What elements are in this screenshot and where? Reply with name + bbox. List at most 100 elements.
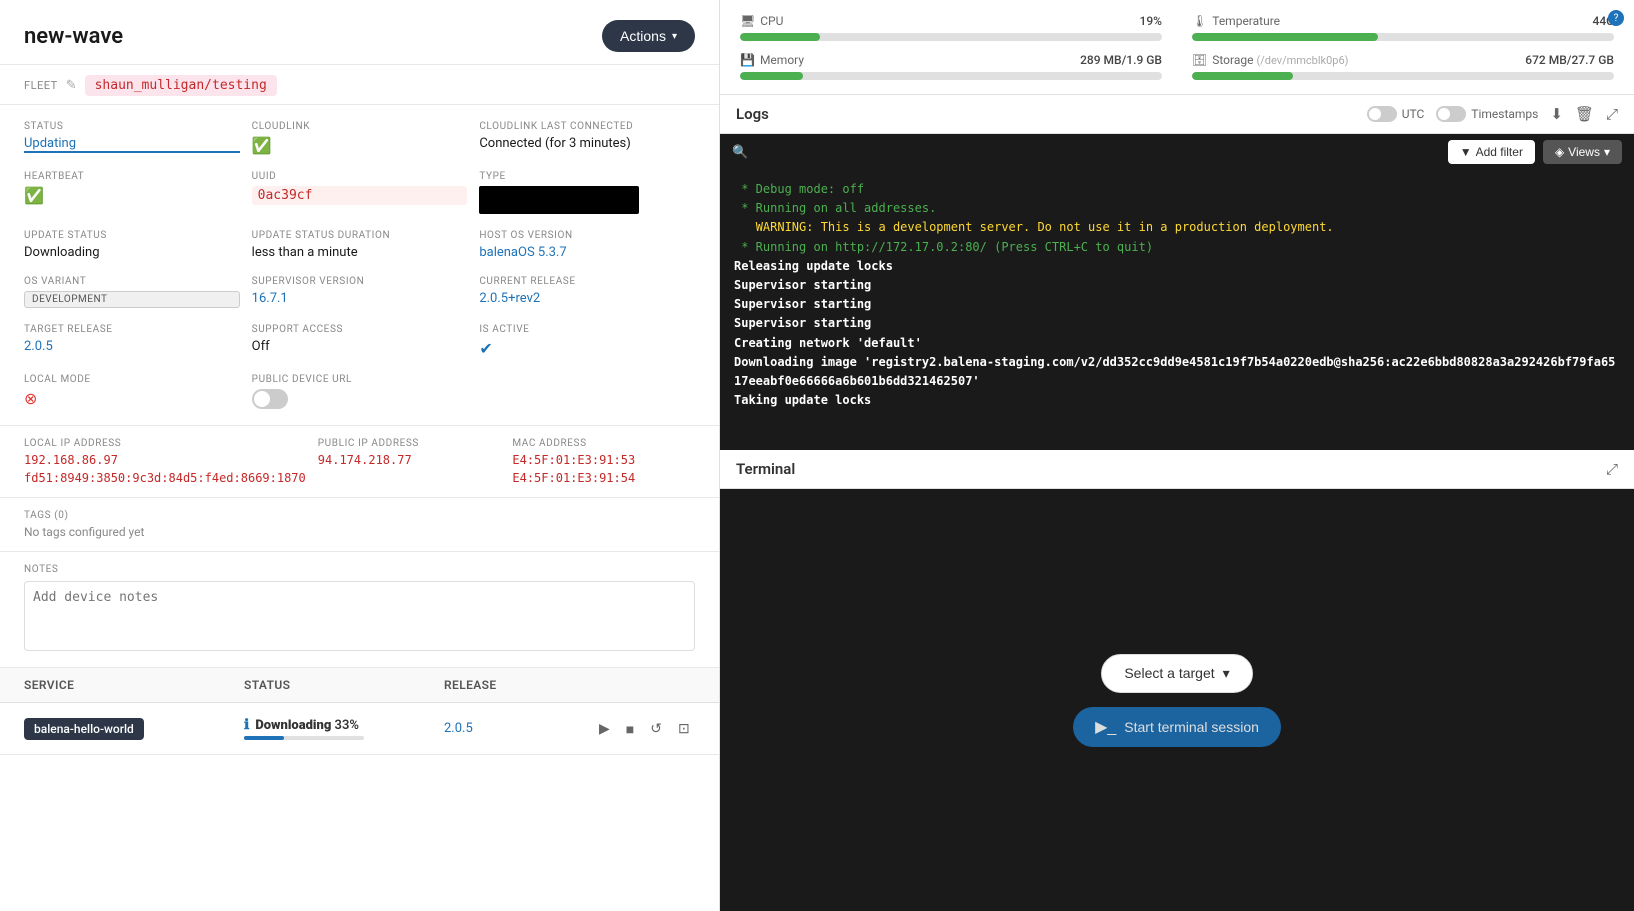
service-release-cell: 2.0.5 [444, 721, 595, 736]
temp-bar-fill [1192, 33, 1378, 41]
supervisor-value[interactable]: 16.7.1 [252, 291, 468, 306]
storage-bar-fill [1192, 72, 1293, 80]
heartbeat-cell: HEARTBEAT ✅ [24, 171, 240, 214]
service-status-value: ℹ Downloading 33% [244, 717, 444, 733]
device-title: new-wave [24, 24, 123, 49]
public-url-cell: PUBLIC DEVICE URL [252, 374, 468, 409]
ip-section: LOCAL IP ADDRESS 192.168.86.97 fd51:8949… [0, 426, 719, 498]
log-line: Downloading image 'registry2.balena-stag… [734, 353, 1620, 391]
actions-button[interactable]: Actions ▾ [602, 20, 695, 52]
type-cell: TYPE [479, 171, 695, 214]
heartbeat-label: HEARTBEAT [24, 171, 240, 182]
tags-section: TAGS (0) No tags configured yet [0, 498, 719, 552]
logs-search-input[interactable] [756, 145, 1440, 160]
notes-input[interactable] [24, 581, 695, 651]
storage-label: 🗄 Storage (/dev/mmcblk0p6) [1192, 53, 1348, 67]
service-stop-button[interactable]: ■ [622, 719, 638, 739]
services-header: Service Status Release [0, 668, 719, 703]
host-os-label: HOST OS VERSION [479, 230, 695, 241]
col-status-header: Status [244, 678, 444, 692]
storage-stat-header: 🗄 Storage (/dev/mmcblk0p6) 672 MB/27.7 G… [1192, 53, 1614, 67]
cpu-bar-bg [740, 33, 1162, 41]
temp-stat-header: 🌡 Temperature 44C [1192, 14, 1614, 28]
temp-icon: 🌡 [1192, 14, 1207, 28]
expand-logs-button[interactable]: ⤢ [1606, 106, 1618, 123]
support-access-cell: SUPPORT ACCESS Off [252, 324, 468, 358]
cloudlink-last-cell: CLOUDLINK LAST CONNECTED Connected (for … [479, 121, 695, 155]
service-restart-button[interactable]: ↺ [646, 718, 666, 739]
public-url-label: PUBLIC DEVICE URL [252, 374, 468, 385]
update-duration-label: UPDATE STATUS DURATION [252, 230, 468, 241]
help-badge[interactable]: ? [1608, 10, 1624, 26]
temp-bar-bg [1192, 33, 1614, 41]
service-play-button[interactable]: ▶ [595, 718, 614, 739]
support-access-label: SUPPORT ACCESS [252, 324, 468, 335]
timestamps-toggle-label: Timestamps [1436, 106, 1538, 122]
terminal-body: Select a target ▾ ▶_ Start terminal sess… [720, 489, 1634, 911]
views-icon: ◈ [1555, 145, 1564, 159]
storage-value: 672 MB/27.7 GB [1525, 53, 1614, 67]
mac-label: MAC ADDRESS [512, 438, 695, 449]
cpu-stat-header: 🖥 CPU 19% [740, 14, 1162, 28]
service-logs-button[interactable]: ⊡ [674, 718, 694, 739]
col-service-header: Service [24, 678, 244, 692]
local-ip-label: LOCAL IP ADDRESS [24, 438, 306, 449]
os-variant-cell: OS VARIANT DEVELOPMENT [24, 276, 240, 308]
cloudlink-last-label: CLOUDLINK LAST CONNECTED [479, 121, 695, 132]
local-mode-label: LOCAL MODE [24, 374, 240, 385]
progress-bar-fill [244, 736, 284, 740]
supervisor-cell: SUPERVISOR VERSION 16.7.1 [252, 276, 468, 308]
device-header: new-wave Actions ▾ [0, 0, 719, 65]
utc-toggle-label: UTC [1367, 106, 1425, 122]
log-line: Supervisor starting [734, 276, 1620, 295]
current-release-value[interactable]: 2.0.5+rev2 [479, 291, 695, 306]
logs-controls: UTC Timestamps ⬇ 🗑 ⤢ [1367, 105, 1618, 123]
log-line: * Running on all addresses. [734, 199, 1620, 218]
storage-icon: 🗄 [1192, 53, 1207, 67]
supervisor-label: SUPERVISOR VERSION [252, 276, 468, 287]
memory-value: 289 MB/1.9 GB [1080, 53, 1162, 67]
host-os-value[interactable]: balenaOS 5.3.7 [479, 245, 695, 260]
service-release-value[interactable]: 2.0.5 [444, 721, 473, 736]
add-filter-button[interactable]: ▼ Add filter [1448, 140, 1535, 164]
fleet-tag[interactable]: shaun_mulligan/testing [85, 75, 277, 96]
log-line: Supervisor starting [734, 314, 1620, 333]
logs-title: Logs [736, 105, 769, 123]
stats-wrapper: 🖥 CPU 19% 🌡 Temperature 44C [720, 0, 1634, 95]
col-release-header: Release [444, 678, 595, 692]
log-line: Creating network 'default' [734, 334, 1620, 353]
select-target-button[interactable]: Select a target ▾ [1101, 654, 1252, 693]
clear-logs-button[interactable]: 🗑 [1575, 105, 1594, 123]
target-release-label: TARGET RELEASE [24, 324, 240, 335]
chevron-down-icon: ▾ [672, 31, 677, 42]
service-name-cell: balena-hello-world [24, 718, 244, 740]
memory-stat-row: 💾 Memory 289 MB/1.9 GB [740, 53, 1162, 80]
utc-toggle[interactable] [1367, 106, 1397, 122]
terminal-prompt-icon: ▶_ [1095, 717, 1116, 737]
download-logs-button[interactable]: ⬇ [1550, 105, 1563, 123]
public-ip-cell: PUBLIC IP ADDRESS 94.174.218.77 [318, 438, 501, 485]
os-variant-label: OS VARIANT [24, 276, 240, 287]
public-ip-value: 94.174.218.77 [318, 453, 501, 467]
start-terminal-button[interactable]: ▶_ Start terminal session [1073, 707, 1281, 747]
public-url-toggle[interactable] [252, 389, 288, 409]
fleet-section: FLEET ✎ shaun_mulligan/testing [0, 65, 719, 105]
target-release-cell: TARGET RELEASE 2.0.5 [24, 324, 240, 358]
target-release-value[interactable]: 2.0.5 [24, 339, 240, 354]
edit-icon[interactable]: ✎ [66, 78, 77, 93]
logs-body: * Debug mode: off * Running on all addre… [720, 170, 1634, 450]
terminal-header: Terminal ⤢ [720, 450, 1634, 489]
mac1-value: E4:5F:01:E3:91:53 [512, 453, 695, 467]
local-ip-value: 192.168.86.97 [24, 453, 306, 467]
status-label: STATUS [24, 121, 240, 132]
service-actions-cell: ▶ ■ ↺ ⊡ [595, 718, 695, 739]
terminal-expand-button[interactable]: ⤢ [1606, 461, 1618, 478]
type-redacted [479, 186, 639, 214]
service-status-cell: ℹ Downloading 33% [244, 717, 444, 740]
views-button[interactable]: ◈ Views ▾ [1543, 140, 1622, 164]
storage-stat-row: 🗄 Storage (/dev/mmcblk0p6) 672 MB/27.7 G… [1192, 53, 1614, 80]
log-line: * Debug mode: off [734, 180, 1620, 199]
timestamps-toggle[interactable] [1436, 106, 1466, 122]
local-mode-cell: LOCAL MODE ⊗ [24, 374, 240, 409]
log-line: * Running on http://172.17.0.2:80/ (Pres… [734, 238, 1620, 257]
